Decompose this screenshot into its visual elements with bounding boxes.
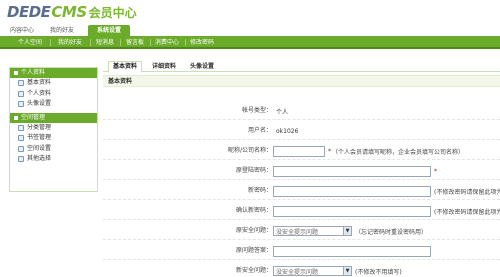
square-icon bbox=[14, 71, 18, 75]
top-tab-settings[interactable]: 系统设置 bbox=[88, 25, 130, 36]
required-mark: * bbox=[328, 147, 331, 155]
nav-divider bbox=[90, 39, 91, 46]
main-content: 基本资料 详细资料 头像设置 基本资料 帐号类型： 个人 用户名： ok1026… bbox=[103, 60, 500, 277]
orig-question-select[interactable]: 没安全提示问题 ▼ bbox=[273, 226, 352, 236]
sidebar-item-avatar-settings[interactable]: 头像设置 bbox=[10, 99, 97, 110]
nav-divider bbox=[185, 39, 186, 46]
form-row-nickname: 昵称/公司名称： * （个人会员请填写昵称，企业会员填写公司名称） bbox=[103, 142, 500, 160]
new-password-note: (不修改密码请保留此项为空) bbox=[434, 188, 500, 196]
sidebar-item-label: 个人资料 bbox=[27, 89, 52, 97]
chevron-down-icon[interactable]: ▼ bbox=[343, 227, 351, 235]
new-password-label: 新密码： bbox=[247, 187, 272, 194]
nickname-label: 昵称/公司名称： bbox=[227, 147, 272, 154]
sidebar-item-label: 书签管理 bbox=[27, 134, 52, 141]
top-tabs: 内容中心 我的好友 系统设置 bbox=[0, 25, 500, 36]
orig-answer-input[interactable] bbox=[273, 245, 431, 257]
confirm-password-input[interactable] bbox=[273, 205, 431, 217]
nickname-note: （个人会员请填写昵称，企业会员填写公司名称） bbox=[332, 148, 465, 156]
new-question-select[interactable]: 没安全提示问题 ▼ bbox=[273, 266, 352, 276]
new-question-label: 新安全问题： bbox=[235, 267, 272, 274]
nav-my-friends[interactable]: 我的好友 bbox=[54, 38, 86, 47]
account-type-label: 帐号类型： bbox=[241, 107, 272, 114]
header: DEDE CMS 会员中心 bbox=[0, 0, 500, 24]
sidebar-item-basic-info[interactable]: 基本资料 bbox=[10, 78, 97, 89]
form-row-new-question: 新安全问题： 没安全提示问题 ▼ (不修改不用填写) bbox=[103, 262, 500, 277]
form-row-confirm-password: 确认新密码： (不修改密码请保留此项为空) bbox=[103, 202, 500, 220]
member-center-page: DEDE CMS 会员中心 内容中心 我的好友 系统设置 个人空间 我的好友 短… bbox=[0, 0, 500, 277]
sidebar-head-personal[interactable]: 个人资料 bbox=[10, 68, 97, 78]
orig-question-note: （忘记密码时重设密码用） bbox=[355, 228, 428, 236]
nav-change-password[interactable]: 修改密码 bbox=[188, 38, 216, 47]
form-row-orig-password: 原登陆密码： * bbox=[103, 162, 500, 180]
orig-password-input[interactable] bbox=[273, 165, 431, 177]
new-question-select-value: 没安全提示问题 bbox=[276, 268, 319, 276]
logo-member-center-text: 会员中心 bbox=[88, 6, 137, 20]
logo-cms-text: CMS bbox=[51, 3, 87, 21]
grid-icon bbox=[18, 156, 24, 163]
sidebar-item-category[interactable]: 分类管理 bbox=[10, 123, 97, 134]
orig-question-label: 原安全问题： bbox=[235, 227, 272, 234]
dedecms-logo[interactable]: DEDE CMS 会员中心 bbox=[7, 3, 137, 21]
nav-personal-space[interactable]: 个人空间 bbox=[14, 38, 46, 47]
form-row-orig-answer: 原问题答案： bbox=[103, 242, 500, 260]
nav-consumption[interactable]: 消费中心 bbox=[153, 38, 181, 47]
sidebar-item-label: 其他选择 bbox=[27, 155, 52, 162]
sidebar-item-label: 空间设置 bbox=[27, 144, 52, 152]
chevron-down-icon[interactable]: ▼ bbox=[343, 267, 351, 275]
sidebar-item-personal-info[interactable]: 个人资料 bbox=[10, 89, 97, 100]
nickname-input[interactable] bbox=[273, 145, 325, 157]
nav-divider bbox=[120, 39, 121, 46]
section-title: 基本资料 bbox=[108, 78, 133, 85]
top-tab-friends[interactable]: 我的好友 bbox=[43, 25, 81, 36]
sidebar-head-label: 空间管理 bbox=[21, 113, 46, 121]
orig-password-label: 原登陆密码： bbox=[235, 167, 272, 174]
tab-avatar[interactable]: 头像设置 bbox=[185, 62, 219, 72]
sidebar: 个人资料 基本资料 个人资料 头像设置 空间管理 分类管理 书签管理 空间设置 … bbox=[9, 67, 98, 192]
new-question-note: (不修改不用填写) bbox=[355, 268, 402, 276]
confirm-password-note: (不修改密码请保留此项为空) bbox=[434, 208, 500, 216]
profile-tabs: 基本资料 详细资料 头像设置 bbox=[103, 60, 500, 73]
nav-divider bbox=[50, 39, 51, 46]
form-row-username: 用户名： ok1026 bbox=[103, 122, 500, 140]
new-password-input[interactable] bbox=[273, 185, 431, 197]
username-label: 用户名： bbox=[247, 127, 272, 134]
top-tab-content[interactable]: 内容中心 bbox=[3, 25, 41, 36]
section-header: 基本资料 bbox=[103, 75, 500, 87]
nav-messages[interactable]: 短消息 bbox=[94, 38, 116, 47]
confirm-password-label: 确认新密码： bbox=[235, 207, 272, 214]
sidebar-head-space[interactable]: 空间管理 bbox=[10, 112, 97, 123]
form-row-orig-question: 原安全问题： 没安全提示问题 ▼ （忘记密码时重设密码用） bbox=[103, 222, 500, 240]
account-type-value: 个人 bbox=[276, 108, 289, 116]
sidebar-head-label: 个人资料 bbox=[21, 69, 46, 76]
sidebar-item-label: 头像设置 bbox=[27, 100, 52, 107]
logo-dede-text: DEDE bbox=[7, 3, 51, 21]
required-mark: * bbox=[434, 167, 437, 175]
avatar-icon bbox=[18, 101, 24, 108]
sidebar-item-other[interactable]: 其他选择 bbox=[10, 154, 97, 165]
orig-question-select-value: 没安全提示问题 bbox=[276, 228, 319, 236]
nav-divider bbox=[150, 39, 151, 46]
tab-detailed-info[interactable]: 详细资料 bbox=[147, 62, 181, 72]
main-nav: 个人空间 我的好友 短消息 留言板 消费中心 修改密码 bbox=[0, 36, 500, 49]
settings-icon bbox=[18, 145, 24, 152]
document-icon bbox=[18, 80, 24, 87]
sidebar-item-label: 基本资料 bbox=[27, 79, 52, 86]
sidebar-item-space-settings[interactable]: 空间设置 bbox=[10, 144, 97, 155]
sidebar-item-bookmarks[interactable]: 书签管理 bbox=[10, 133, 97, 144]
folder-icon bbox=[18, 124, 24, 131]
tab-basic-info[interactable]: 基本资料 bbox=[108, 61, 142, 73]
sidebar-item-label: 分类管理 bbox=[27, 123, 52, 131]
username-value: ok1026 bbox=[276, 127, 299, 135]
square-icon bbox=[14, 115, 18, 120]
orig-answer-label: 原问题答案： bbox=[235, 247, 272, 254]
bookmark-icon bbox=[18, 135, 24, 142]
form-row-new-password: 新密码： (不修改密码请保留此项为空) bbox=[103, 182, 500, 200]
nav-guestbook[interactable]: 留言板 bbox=[124, 38, 146, 47]
user-card-icon bbox=[18, 90, 24, 97]
form-row-account-type: 帐号类型： 个人 bbox=[103, 102, 500, 120]
